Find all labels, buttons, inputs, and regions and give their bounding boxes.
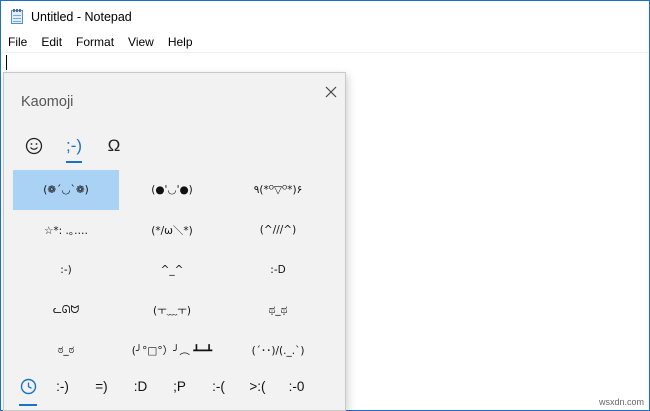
kaomoji-item[interactable]: :-) xyxy=(13,250,119,290)
watermark: wsxdn.com xyxy=(599,397,645,407)
emoji-panel: Kaomoji ;-) Ω (❁´◡`❁) (●'◡'●) ٩(*ᴼ▽ᴼ*)۶ … xyxy=(3,72,346,411)
recent-tab[interactable] xyxy=(13,369,43,406)
menu-format[interactable]: Format xyxy=(69,32,121,53)
recent-item[interactable]: :-0 xyxy=(277,379,316,394)
kaomoji-item[interactable]: (*/ω＼*) xyxy=(119,210,225,250)
notepad-icon xyxy=(9,8,25,25)
recent-item[interactable]: :-( xyxy=(199,379,238,394)
window-title: Untitled - Notepad xyxy=(31,9,132,24)
kaomoji-item[interactable]: (^///^) xyxy=(225,210,331,250)
smiley-icon xyxy=(25,137,43,155)
kaomoji-item[interactable]: ☆*: .｡.… xyxy=(13,210,119,250)
recent-item[interactable]: :-) xyxy=(43,379,82,394)
recent-bar: :-) =) :D ;P :-( >:( :-0 xyxy=(13,369,331,406)
kaomoji-item[interactable]: (╯°□°）╯︵ ┻━┻ xyxy=(119,330,225,370)
recent-item[interactable]: :D xyxy=(121,379,160,394)
recent-item[interactable]: =) xyxy=(82,379,121,394)
kaomoji-item[interactable]: (●'◡'●) xyxy=(119,170,225,210)
recent-item[interactable]: >:( xyxy=(238,379,277,394)
kaomoji-item[interactable]: ಠ_ಠ xyxy=(13,330,119,370)
close-icon xyxy=(325,86,337,98)
kaomoji-item[interactable]: ٩(*ᴼ▽ᴼ*)۶ xyxy=(225,170,331,210)
kaomoji-item[interactable]: (❁´◡`❁) xyxy=(13,170,119,210)
clock-icon xyxy=(20,378,36,394)
kaomoji-item[interactable]: :-D xyxy=(225,250,331,290)
kaomoji-item[interactable]: (ㅜ﹏ㅜ) xyxy=(119,290,225,330)
text-caret xyxy=(6,55,7,70)
menu-bar: File Edit Format View Help xyxy=(1,32,649,53)
tab-emoji[interactable] xyxy=(14,129,54,163)
menu-help[interactable]: Help xyxy=(161,32,200,53)
menu-file[interactable]: File xyxy=(1,32,34,53)
panel-title: Kaomoji xyxy=(21,94,74,110)
tab-symbols[interactable]: Ω xyxy=(94,129,134,163)
kaomoji-item[interactable]: ᓚᘏᗢ xyxy=(13,290,119,330)
recent-item[interactable]: ;P xyxy=(160,379,199,394)
panel-tabs: ;-) Ω xyxy=(14,129,134,163)
tab-kaomoji[interactable]: ;-) xyxy=(54,129,94,163)
kaomoji-grid: (❁´◡`❁) (●'◡'●) ٩(*ᴼ▽ᴼ*)۶ ☆*: .｡.… (*/ω＼… xyxy=(13,170,331,370)
menu-edit[interactable]: Edit xyxy=(34,32,69,53)
kaomoji-item[interactable]: ಥ_ಥ xyxy=(225,290,331,330)
kaomoji-item[interactable]: (´･･)/(._.`) xyxy=(225,330,331,370)
kaomoji-item[interactable]: ^_^ xyxy=(119,250,225,290)
menu-view[interactable]: View xyxy=(121,32,161,53)
close-button[interactable] xyxy=(320,81,342,103)
title-bar[interactable]: Untitled - Notepad xyxy=(1,1,649,32)
